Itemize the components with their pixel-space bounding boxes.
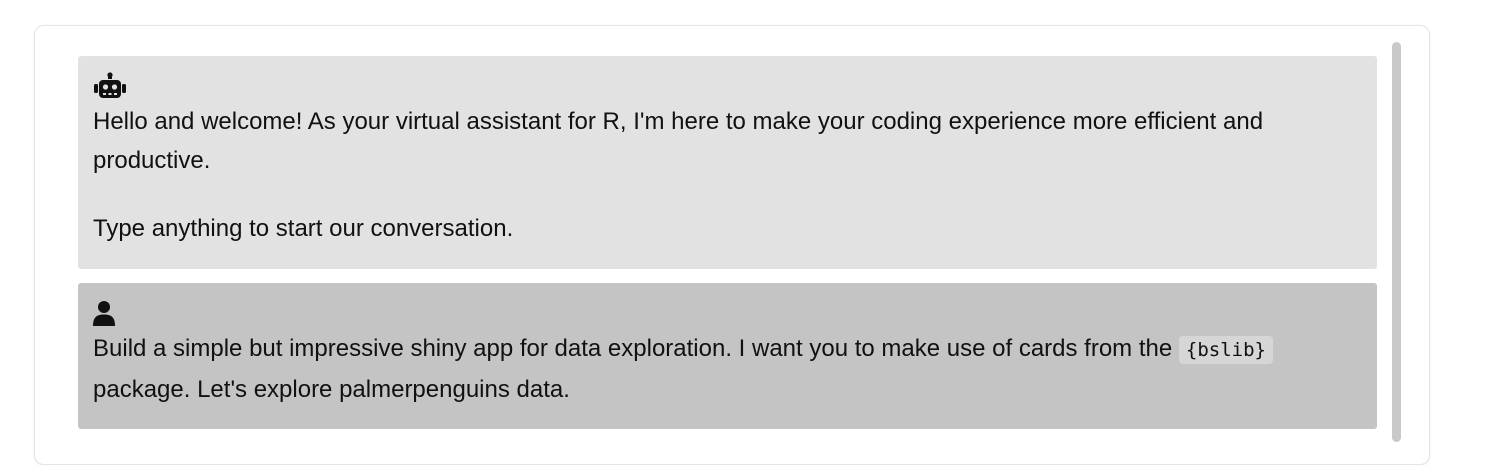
robot-icon: [93, 72, 127, 102]
message-text-part: package. Let's explore palmerpenguins da…: [93, 376, 570, 403]
message-text: Build a simple but impressive shiny app …: [93, 329, 1362, 409]
assistant-message: Hello and welcome! As your virtual assis…: [78, 56, 1377, 269]
message-text: Type anything to start our conversation.: [93, 215, 514, 242]
inline-code: {bslib}: [1178, 336, 1273, 364]
user-message: Build a simple but impressive shiny app …: [78, 283, 1377, 429]
message-text: Hello and welcome! As your virtual assis…: [93, 108, 1264, 174]
chat-scrollbar[interactable]: [1392, 42, 1401, 442]
message-text-part: Build a simple but impressive shiny app …: [93, 335, 1179, 362]
user-icon: [93, 299, 127, 329]
